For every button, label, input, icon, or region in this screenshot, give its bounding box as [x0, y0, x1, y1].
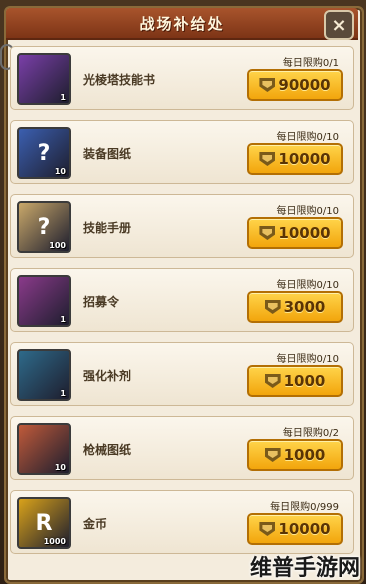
- daily-limit: 每日限购0/1: [282, 58, 339, 69]
- item-quantity: 10: [54, 463, 66, 472]
- list-item: 1 光棱塔技能书 每日限购0/1 90000: [10, 46, 354, 110]
- icon-glyph: ?: [37, 140, 51, 166]
- item-quantity: 100: [49, 241, 66, 250]
- badge-currency-icon: [259, 226, 276, 240]
- buy-button[interactable]: 10000: [247, 217, 343, 249]
- icon-glyph: ?: [37, 214, 51, 240]
- list-item: 1 强化补剂 每日限购0/10 1000: [10, 342, 354, 406]
- daily-limit: 每日限购0/10: [276, 206, 339, 217]
- buy-button[interactable]: 10000: [247, 143, 343, 175]
- item-name: 强化补剂: [83, 369, 132, 383]
- badge-currency-icon: [259, 78, 276, 92]
- item-quantity: 1: [60, 389, 66, 398]
- buy-button[interactable]: 10000: [247, 513, 343, 545]
- buy-button[interactable]: 90000: [247, 69, 343, 101]
- price: 90000: [278, 76, 331, 94]
- recruit-order-icon: 1: [17, 275, 71, 327]
- price: 1000: [283, 372, 326, 390]
- item-quantity: 1: [60, 315, 66, 324]
- daily-limit: 每日限购0/2: [282, 428, 339, 439]
- buy-button[interactable]: 3000: [247, 291, 343, 323]
- list-item: ? 100 技能手册 每日限购0/10 10000: [10, 194, 354, 258]
- gun-blueprint-icon: 10: [17, 423, 71, 475]
- equipment-blueprint-icon: ? 10: [17, 127, 71, 179]
- item-quantity: 1: [60, 93, 66, 102]
- price: 10000: [278, 150, 331, 168]
- gold-coin-icon: R 1000: [17, 497, 71, 549]
- item-name: 技能手册: [83, 221, 132, 235]
- title-bar: 战场补给处 ×: [6, 8, 358, 40]
- item-quantity: 10: [54, 167, 66, 176]
- icon-glyph: R: [35, 510, 53, 536]
- item-name: 装备图纸: [83, 147, 132, 161]
- badge-currency-icon: [264, 374, 281, 388]
- close-icon: ×: [331, 14, 347, 36]
- daily-limit: 每日限购0/999: [270, 502, 339, 513]
- price: 1000: [283, 446, 326, 464]
- badge-currency-icon: [264, 300, 281, 314]
- list-item: ? 10 装备图纸 每日限购0/10 10000: [10, 120, 354, 184]
- page-title: 战场补给处: [139, 14, 225, 33]
- buy-button[interactable]: 1000: [247, 439, 343, 471]
- list-item: 1 招募令 每日限购0/10 3000: [10, 268, 354, 332]
- price: 3000: [283, 298, 326, 316]
- close-button[interactable]: ×: [324, 10, 354, 40]
- price: 10000: [278, 224, 331, 242]
- item-name: 招募令: [83, 295, 120, 309]
- price: 10000: [278, 520, 331, 538]
- item-name: 枪械图纸: [83, 443, 132, 457]
- badge-currency-icon: [264, 448, 281, 462]
- daily-limit: 每日限购0/10: [276, 132, 339, 143]
- item-name: 金币: [83, 517, 108, 531]
- item-name: 光棱塔技能书: [83, 73, 156, 87]
- list-item: 10 枪械图纸 每日限购0/2 1000: [10, 416, 354, 480]
- badge-currency-icon: [259, 522, 276, 536]
- item-quantity: 1000: [43, 537, 66, 546]
- daily-limit: 每日限购0/10: [276, 354, 339, 365]
- skill-manual-icon: ? 100: [17, 201, 71, 253]
- list-item: R 1000 金币 每日限购0/999 10000: [10, 490, 354, 554]
- daily-limit: 每日限购0/10: [276, 280, 339, 291]
- enhance-syringe-icon: 1: [17, 349, 71, 401]
- badge-currency-icon: [259, 152, 276, 166]
- skill-book-icon: 1: [17, 53, 71, 105]
- buy-button[interactable]: 1000: [247, 365, 343, 397]
- watermark: 维普手游网: [249, 556, 360, 581]
